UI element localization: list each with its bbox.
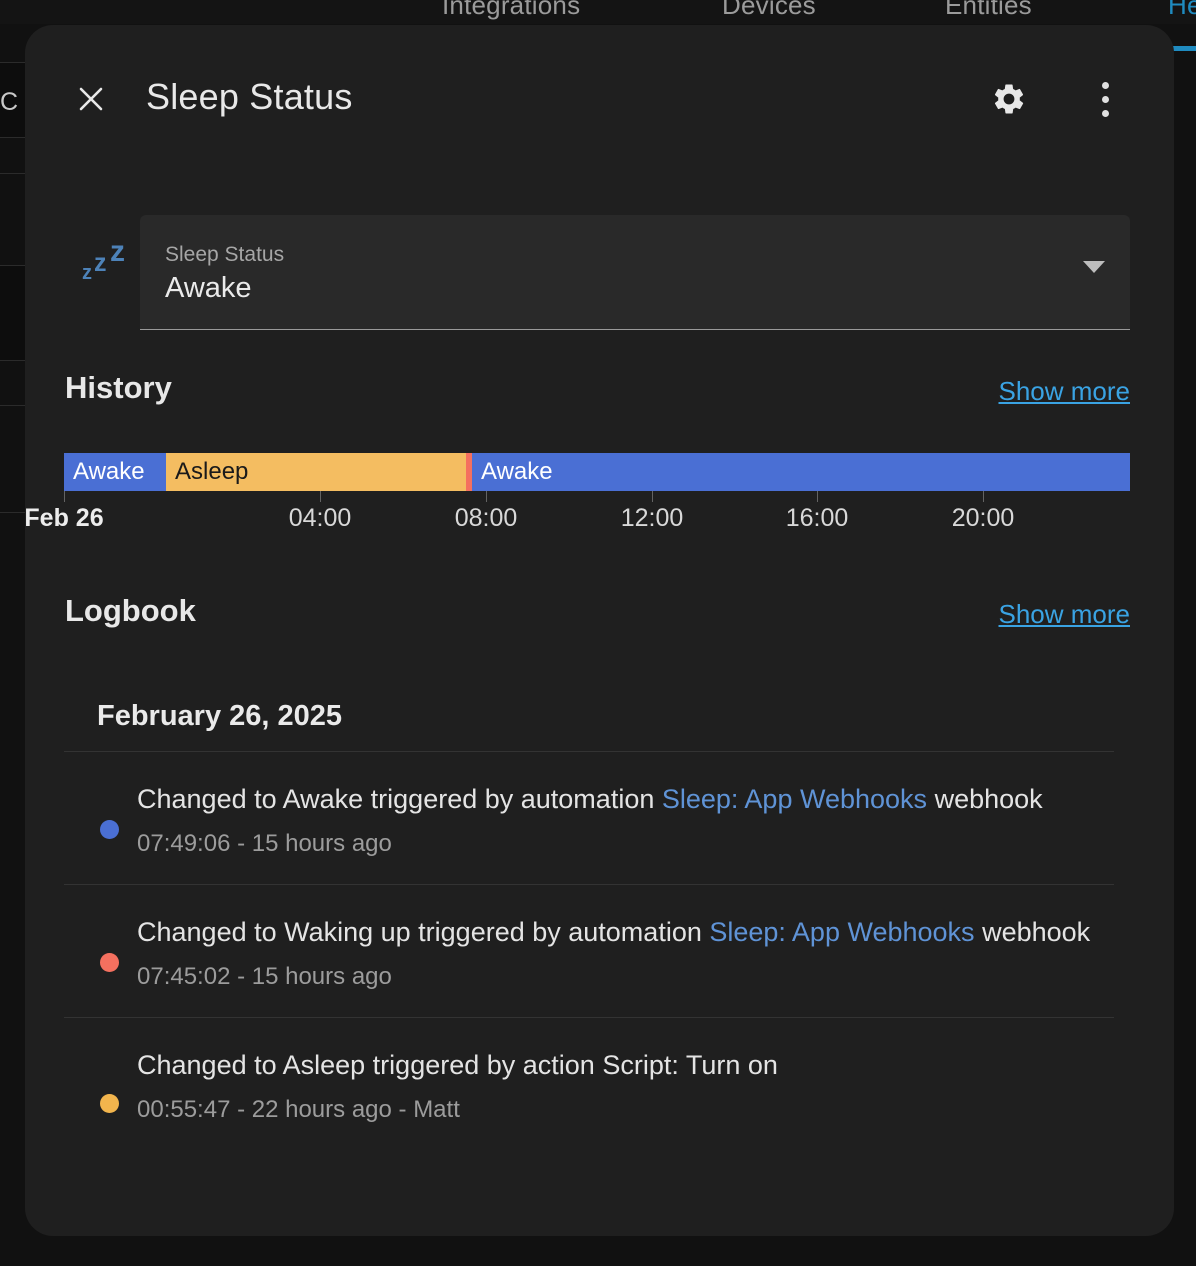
logbook-show-more-link[interactable]: Show more bbox=[999, 599, 1131, 630]
select-field-label: Sleep Status bbox=[165, 243, 285, 266]
background-tab-bar: Integrations Devices Entities Helpers bbox=[0, 0, 1196, 24]
history-timeline-axis: Feb 26 04:00 08:00 12:00 16:00 20:00 bbox=[25, 491, 1130, 547]
timeline-segment-awake[interactable]: Awake bbox=[472, 453, 1130, 491]
logbook-entry-link[interactable]: Sleep: App Webhooks bbox=[662, 784, 927, 814]
history-timeline: Awake Asleep Awake Feb 26 04:00 08:00 12:00 16… bbox=[25, 453, 1130, 547]
history-section-header: History Show more bbox=[65, 370, 1130, 414]
logbook-list[interactable]: February 26, 2025 Changed to Awake trigg… bbox=[64, 675, 1130, 1185]
timeline-tick-label: 16:00 bbox=[785, 504, 849, 532]
logbook-state-dot bbox=[100, 953, 119, 972]
overflow-dots bbox=[1101, 81, 1109, 117]
background-tab-helpers[interactable]: Helpers bbox=[1168, 0, 1196, 21]
timeline-tick-label: 12:00 bbox=[620, 504, 684, 532]
logbook-state-dot bbox=[100, 820, 119, 839]
logbook-date-header: February 26, 2025 bbox=[97, 700, 343, 732]
logbook-entry-text: Changed to Asleep triggered by action Sc… bbox=[137, 1050, 778, 1080]
svg-text:z: z bbox=[82, 262, 92, 284]
background-tab-devices[interactable]: Devices bbox=[722, 0, 816, 21]
history-show-more-link[interactable]: Show more bbox=[999, 376, 1131, 407]
timeline-tick bbox=[320, 491, 321, 502]
logbook-entry-text: Changed to Awake triggered by automation… bbox=[137, 784, 1043, 814]
logbook-state-dot bbox=[100, 1094, 119, 1113]
svg-text:z: z bbox=[110, 235, 125, 268]
timeline-tick bbox=[817, 491, 818, 502]
svg-text:z: z bbox=[94, 249, 107, 277]
timeline-segment-label: Asleep bbox=[175, 458, 249, 485]
entity-state-row: z z z Sleep Status Awake bbox=[25, 215, 1174, 340]
select-field-value: Awake bbox=[165, 272, 252, 304]
sleep-status-dialog: Sleep Status z z z Sleep Status Awake Hi… bbox=[25, 25, 1174, 1236]
logbook-entry[interactable]: Changed to Waking up triggered by automa… bbox=[64, 884, 1114, 1017]
gear-icon[interactable] bbox=[985, 75, 1033, 123]
timeline-tick-label: 20:00 bbox=[951, 504, 1015, 532]
logbook-entry-time: 07:49:06 - 15 hours ago bbox=[137, 830, 392, 857]
close-icon[interactable] bbox=[67, 75, 115, 123]
history-timeline-bar[interactable]: Awake Asleep Awake bbox=[64, 453, 1130, 491]
logbook-entry-time: 07:45:02 - 15 hours ago bbox=[137, 963, 392, 990]
logbook-entry-link[interactable]: Sleep: App Webhooks bbox=[709, 917, 974, 947]
more-vertical-icon[interactable] bbox=[1081, 75, 1129, 123]
logbook-entries: Changed to Awake triggered by automation… bbox=[64, 751, 1114, 1150]
background-tab-integrations[interactable]: Integrations bbox=[442, 0, 580, 21]
timeline-segment-label: Awake bbox=[481, 458, 553, 485]
logbook-title: Logbook bbox=[65, 593, 196, 628]
logbook-entry[interactable]: Changed to Asleep triggered by action Sc… bbox=[64, 1017, 1114, 1150]
timeline-tick bbox=[652, 491, 653, 502]
timeline-tick-label: 08:00 bbox=[454, 504, 518, 532]
timeline-tick-label: 04:00 bbox=[288, 504, 352, 532]
logbook-entry-text: Changed to Waking up triggered by automa… bbox=[137, 917, 1091, 947]
page-title: Sleep Status bbox=[146, 76, 353, 117]
timeline-segment-asleep[interactable]: Asleep bbox=[166, 453, 466, 491]
logbook-entry[interactable]: Changed to Awake triggered by automation… bbox=[64, 751, 1114, 884]
sleep-status-select[interactable]: Sleep Status Awake bbox=[140, 215, 1130, 330]
background-stray-text: C bbox=[0, 88, 19, 116]
timeline-tick bbox=[64, 491, 65, 502]
chevron-down-icon[interactable] bbox=[1083, 261, 1105, 273]
background-tab-entities[interactable]: Entities bbox=[945, 0, 1032, 21]
timeline-tick bbox=[983, 491, 984, 502]
timeline-segment-awake[interactable]: Awake bbox=[64, 453, 166, 491]
timeline-segment-label: Awake bbox=[73, 458, 145, 485]
history-title: History bbox=[65, 370, 172, 405]
dialog-header: Sleep Status bbox=[25, 25, 1174, 145]
logbook-entry-time: 00:55:47 - 22 hours ago - Matt bbox=[137, 1096, 460, 1123]
timeline-tick bbox=[486, 491, 487, 502]
timeline-tick-label: Feb 26 bbox=[25, 504, 104, 532]
logbook-section-header: Logbook Show more bbox=[65, 593, 1130, 637]
sleep-zzz-icon: z z z bbox=[80, 233, 136, 289]
